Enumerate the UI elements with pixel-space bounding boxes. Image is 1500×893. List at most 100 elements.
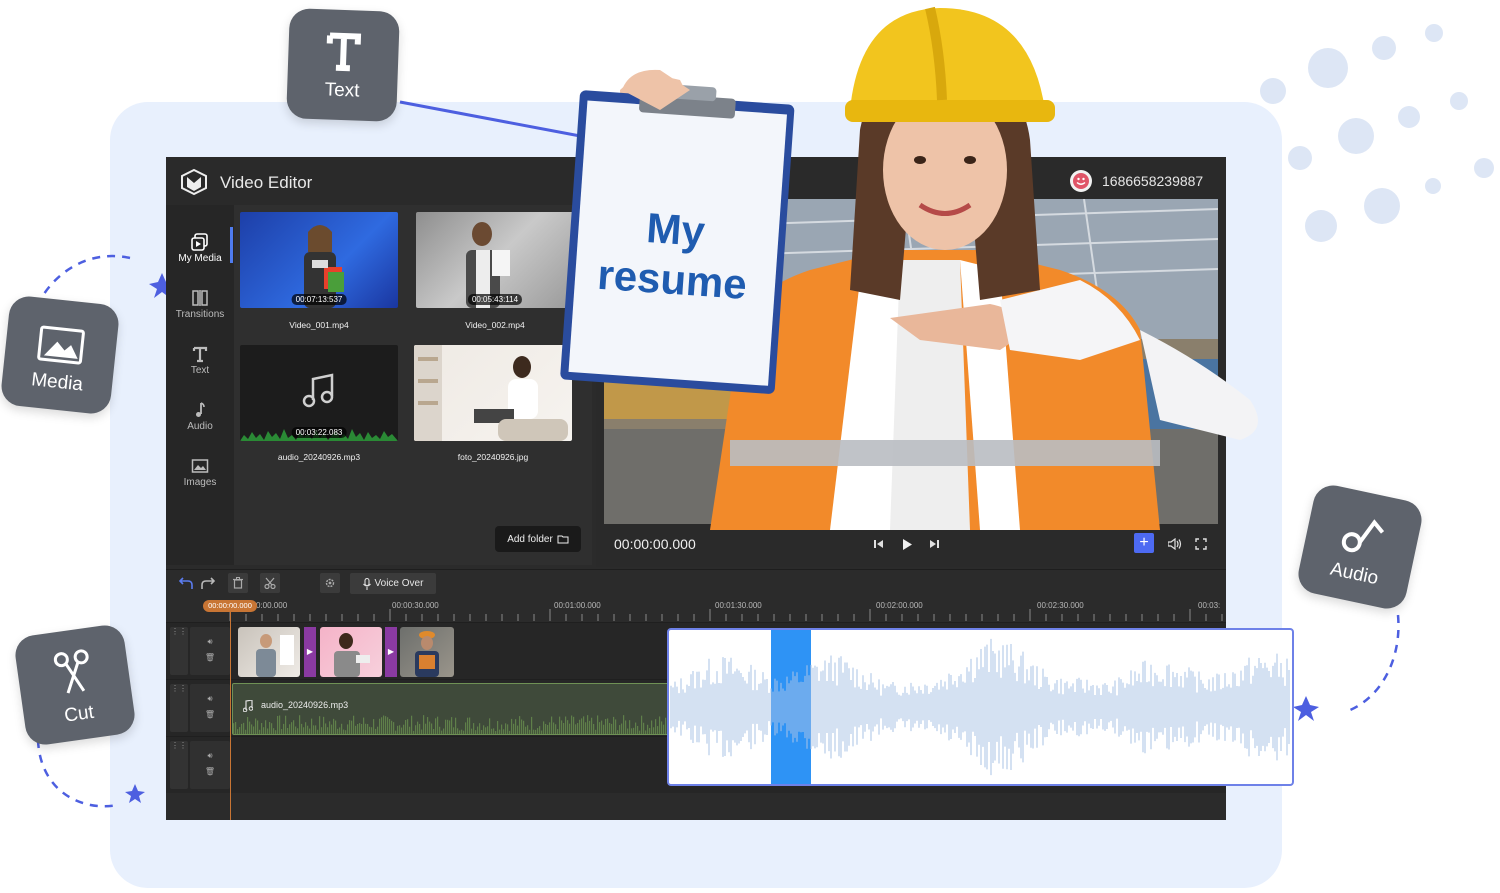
volume-button[interactable] bbox=[1166, 535, 1184, 553]
ruler-label: 00:00:30.000 bbox=[392, 601, 439, 610]
sidebar-item-label: Images bbox=[183, 477, 217, 488]
voice-over-button[interactable]: Voice Over bbox=[350, 573, 436, 594]
clip-thumbnail bbox=[415, 631, 439, 677]
ruler-label: 00:02:00.000 bbox=[876, 601, 923, 610]
ruler-ticks bbox=[229, 609, 1223, 621]
track-controls: 🔊︎ 🗑︎ bbox=[190, 627, 230, 675]
video-clip[interactable] bbox=[320, 627, 382, 677]
fullscreen-icon bbox=[1195, 538, 1207, 550]
track-drag-handle[interactable]: ⋮⋮ bbox=[170, 627, 188, 675]
music-note-icon bbox=[1341, 519, 1385, 553]
worker-with-resume-overlay: My resume bbox=[560, 6, 1258, 530]
thumb-duration: 00:05:43:114 bbox=[467, 294, 523, 305]
scissors-icon bbox=[264, 577, 276, 589]
media-item-name: Video_001.mp4 bbox=[289, 320, 349, 330]
track-controls: 🔊︎ 🗑︎ bbox=[190, 741, 230, 789]
media-library-icon bbox=[191, 233, 208, 251]
resume-sign-line1: My bbox=[645, 204, 707, 255]
audio-clip-waveform bbox=[233, 715, 673, 734]
sidebar: My Media Transitions Text Audio Images bbox=[166, 205, 234, 565]
step-forward-icon bbox=[930, 540, 939, 548]
music-note-icon bbox=[196, 402, 205, 417]
waveform-graphic bbox=[670, 630, 1290, 784]
badge-label: Audio bbox=[1328, 558, 1381, 590]
thumb-duration: 00:07:13:537 bbox=[291, 294, 347, 305]
timeline-ruler[interactable]: 0:00.000 00:00:30.000 00:01:00.000 00:01… bbox=[166, 597, 1226, 621]
trash-icon[interactable]: 🗑︎ bbox=[190, 710, 230, 719]
audio-clip[interactable]: audio_20240926.mp3 bbox=[232, 683, 674, 735]
sidebar-item-text[interactable]: Text bbox=[166, 339, 234, 389]
text-icon bbox=[192, 346, 208, 363]
transition-marker[interactable]: ▶ bbox=[385, 627, 397, 677]
delete-button[interactable] bbox=[228, 573, 248, 593]
volume-icon[interactable]: 🔊︎ bbox=[190, 751, 230, 761]
music-note-icon bbox=[302, 373, 334, 408]
microphone-icon bbox=[362, 577, 371, 590]
audio-clip-name: audio_20240926.mp3 bbox=[261, 700, 349, 710]
step-back-icon bbox=[874, 540, 883, 548]
sidebar-item-transitions[interactable]: Transitions bbox=[166, 283, 234, 333]
badge-label: Text bbox=[324, 79, 360, 102]
media-item-name: foto_20240926.jpg bbox=[457, 452, 529, 462]
add-folder-label: Add folder bbox=[507, 533, 553, 545]
sidebar-item-my-media[interactable]: My Media bbox=[166, 227, 234, 277]
media-thumb-photo[interactable] bbox=[414, 345, 572, 441]
settings-button[interactable] bbox=[320, 573, 340, 593]
media-thumb-video-001[interactable]: 00:07:13:537 bbox=[240, 212, 398, 308]
timeline-toolbar: Voice Over bbox=[166, 569, 1226, 598]
clip-thumbnail bbox=[334, 633, 370, 677]
sidebar-item-label: Text bbox=[190, 365, 210, 376]
undo-button[interactable] bbox=[176, 573, 196, 593]
add-to-timeline-button[interactable]: + bbox=[1134, 533, 1154, 553]
app-logo-icon bbox=[181, 168, 207, 196]
trash-icon bbox=[233, 577, 243, 589]
waveform-zoom-card[interactable] bbox=[667, 628, 1294, 786]
sidebar-item-label: My Media bbox=[178, 253, 222, 264]
redo-button[interactable] bbox=[198, 573, 218, 593]
sidebar-item-label: Audio bbox=[187, 421, 213, 432]
media-feature-badge: Media bbox=[0, 294, 121, 416]
clip-thumbnail bbox=[256, 634, 294, 677]
sidebar-item-audio[interactable]: Audio bbox=[166, 395, 234, 445]
track-drag-handle[interactable]: ⋮⋮ bbox=[170, 741, 188, 789]
volume-icon[interactable]: 🔊︎ bbox=[190, 694, 230, 704]
gear-icon bbox=[325, 578, 335, 588]
badge-label: Media bbox=[30, 369, 84, 396]
step-forward-button[interactable] bbox=[925, 535, 943, 553]
ruler-label: 0:00.000 bbox=[256, 601, 288, 610]
volume-icon bbox=[1168, 538, 1182, 550]
fullscreen-button[interactable] bbox=[1192, 535, 1210, 553]
audio-feature-badge: Audio bbox=[1294, 481, 1426, 613]
voice-over-label: Voice Over bbox=[374, 578, 424, 589]
transitions-icon bbox=[192, 290, 208, 306]
video-clip[interactable] bbox=[400, 627, 454, 677]
media-thumb-video-002[interactable]: 00:05:43:114 bbox=[416, 212, 574, 308]
ruler-label: 00:01:00.000 bbox=[554, 601, 601, 610]
video-clip[interactable] bbox=[238, 627, 300, 677]
sidebar-item-label: Transitions bbox=[175, 309, 225, 320]
undo-icon bbox=[179, 577, 193, 589]
trash-icon[interactable]: 🗑︎ bbox=[190, 653, 230, 662]
split-button[interactable] bbox=[260, 573, 280, 593]
music-note-icon bbox=[243, 700, 253, 712]
play-icon bbox=[903, 538, 912, 550]
image-icon bbox=[37, 325, 85, 365]
cut-feature-badge: Cut bbox=[12, 622, 138, 748]
sidebar-item-images[interactable]: Images bbox=[166, 451, 234, 501]
play-button[interactable] bbox=[898, 535, 916, 553]
scissors-icon bbox=[53, 649, 89, 694]
media-thumb-audio[interactable]: 00:03:22.083 bbox=[240, 345, 398, 441]
folder-icon bbox=[557, 535, 569, 544]
thumb-duration: 00:03:22.083 bbox=[291, 427, 347, 438]
app-title: Video Editor bbox=[220, 173, 313, 192]
trash-icon[interactable]: 🗑︎ bbox=[190, 767, 230, 776]
text-feature-badge: Text bbox=[286, 8, 400, 122]
transition-marker[interactable]: ▶ bbox=[304, 627, 316, 677]
preview-time: 00:00:00.000 bbox=[614, 536, 696, 552]
step-back-button[interactable] bbox=[870, 535, 888, 553]
redo-icon bbox=[201, 577, 215, 589]
media-item-name: audio_20240926.mp3 bbox=[277, 452, 361, 462]
track-drag-handle[interactable]: ⋮⋮ bbox=[170, 684, 188, 732]
volume-icon[interactable]: 🔊︎ bbox=[190, 637, 230, 647]
track-controls: 🔊︎ 🗑︎ bbox=[190, 684, 230, 732]
